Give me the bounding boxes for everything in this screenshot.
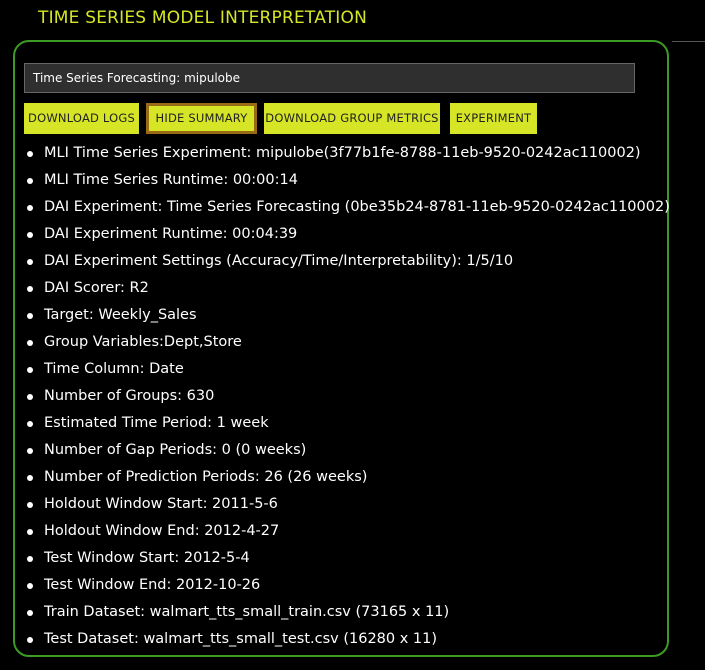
list-item-text: Test Dataset: walmart_tts_small_test.csv… — [44, 631, 438, 647]
bullet-icon — [27, 637, 33, 643]
bullet-icon — [27, 475, 33, 481]
list-item-text: DAI Experiment Settings (Accuracy/Time/I… — [44, 253, 514, 269]
list-item-text: Holdout Window End: 2012-4-27 — [44, 523, 280, 539]
list-item: Test Dataset: walmart_tts_small_test.csv… — [24, 626, 664, 653]
bullet-icon — [27, 340, 33, 346]
list-item: Test Window Start: 2012-5-4 — [24, 545, 664, 572]
list-item: Group Variables:Dept,Store — [24, 329, 664, 356]
bullet-icon — [27, 556, 33, 562]
list-item: Holdout Window Start: 2011-5-6 — [24, 491, 664, 518]
list-item-text: DAI Experiment Runtime: 00:04:39 — [44, 226, 298, 242]
list-item-text: DAI Experiment: Time Series Forecasting … — [44, 199, 670, 215]
bullet-icon — [27, 583, 33, 589]
list-item: Estimated Time Period: 1 week — [24, 410, 664, 437]
list-item: DAI Experiment Settings (Accuracy/Time/I… — [24, 248, 664, 275]
hide-summary-button[interactable]: HIDE SUMMARY — [146, 103, 257, 134]
list-item-text: Test Window End: 2012-10-26 — [44, 577, 261, 593]
list-item-text: Time Column: Date — [44, 361, 184, 377]
bullet-icon — [27, 421, 33, 427]
bullet-icon — [27, 151, 33, 157]
list-item-text: Holdout Window Start: 2011-5-6 — [44, 496, 278, 512]
list-item: Time Column: Date — [24, 356, 664, 383]
bullet-icon — [27, 232, 33, 238]
experiment-button[interactable]: EXPERIMENT — [450, 103, 537, 134]
list-item-text: Target: Weekly_Sales — [44, 307, 197, 323]
list-item: MLI Time Series Experiment: mipulobe(3f7… — [24, 140, 664, 167]
bullet-icon — [27, 394, 33, 400]
list-item-text: MLI Time Series Runtime: 00:00:14 — [44, 172, 298, 188]
list-item-text: Number of Groups: 630 — [44, 388, 215, 404]
list-item: Number of Groups: 630 — [24, 383, 664, 410]
experiment-summary-list: MLI Time Series Experiment: mipulobe(3f7… — [24, 140, 670, 653]
list-item-text: DAI Scorer: R2 — [44, 280, 149, 296]
list-item: Holdout Window End: 2012-4-27 — [24, 518, 664, 545]
bullet-icon — [27, 502, 33, 508]
list-item-text: Group Variables:Dept,Store — [44, 334, 242, 350]
list-item-text: Number of Gap Periods: 0 (0 weeks) — [44, 442, 307, 458]
list-item: Test Window End: 2012-10-26 — [24, 572, 664, 599]
bullet-icon — [27, 448, 33, 454]
experiment-name-field[interactable]: Time Series Forecasting: mipulobe — [24, 63, 635, 93]
bullet-icon — [27, 259, 33, 265]
list-item: MLI Time Series Runtime: 00:00:14 — [24, 167, 664, 194]
bullet-icon — [27, 313, 33, 319]
bullet-icon — [27, 286, 33, 292]
list-item: Number of Gap Periods: 0 (0 weeks) — [24, 437, 664, 464]
bullet-icon — [27, 610, 33, 616]
list-item: Train Dataset: walmart_tts_small_train.c… — [24, 599, 664, 626]
list-item-text: Estimated Time Period: 1 week — [44, 415, 269, 431]
header-divider — [672, 41, 705, 42]
list-item: DAI Scorer: R2 — [24, 275, 664, 302]
list-item: Target: Weekly_Sales — [24, 302, 664, 329]
list-item-text: Number of Prediction Periods: 26 (26 wee… — [44, 469, 368, 485]
list-item: Number of Prediction Periods: 26 (26 wee… — [24, 464, 664, 491]
bullet-icon — [27, 178, 33, 184]
page-title: TIME SERIES MODEL INTERPRETATION — [38, 8, 368, 28]
bullet-icon — [27, 205, 33, 211]
list-item: DAI Experiment Runtime: 00:04:39 — [24, 221, 664, 248]
bullet-icon — [27, 367, 33, 373]
list-item-text: Test Window Start: 2012-5-4 — [44, 550, 250, 566]
download-group-metrics-button[interactable]: DOWNLOAD GROUP METRICS — [264, 103, 440, 134]
list-item-text: MLI Time Series Experiment: mipulobe(3f7… — [44, 145, 641, 161]
bullet-icon — [27, 529, 33, 535]
download-logs-button[interactable]: DOWNLOAD LOGS — [24, 103, 139, 134]
list-item: DAI Experiment: Time Series Forecasting … — [24, 194, 670, 221]
list-item-text: Train Dataset: walmart_tts_small_train.c… — [44, 604, 450, 620]
